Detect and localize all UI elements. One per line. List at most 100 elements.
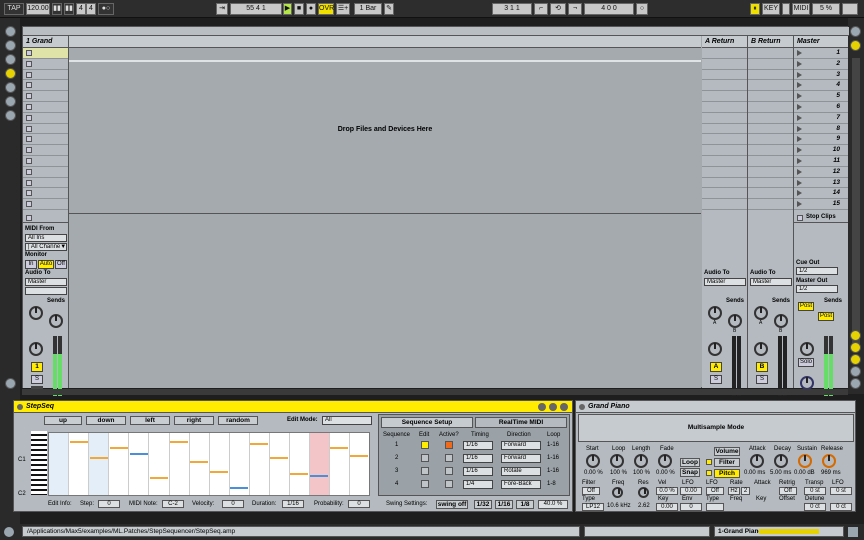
- send-b-knob[interactable]: [49, 314, 63, 328]
- pitch-tab[interactable]: Pitch: [714, 469, 740, 478]
- master-out-dropdown[interactable]: 1/2: [796, 285, 838, 293]
- automation-button[interactable]: ☰+: [336, 3, 350, 15]
- fade-knob[interactable]: [658, 454, 672, 468]
- scene-launch-8[interactable]: 8: [794, 124, 848, 135]
- a-activator-button[interactable]: A: [710, 362, 722, 372]
- sig-denominator[interactable]: 4: [86, 3, 96, 15]
- scene-launch-3[interactable]: 3: [794, 70, 848, 81]
- clip-slot[interactable]: [702, 102, 747, 113]
- clip-slot[interactable]: [23, 156, 68, 167]
- scene-play-icon[interactable]: [797, 93, 802, 100]
- clip-slot[interactable]: [23, 70, 68, 81]
- clip-slot[interactable]: [23, 145, 68, 156]
- clip-slot[interactable]: [748, 156, 793, 167]
- rate-unit[interactable]: Hz: [728, 487, 740, 495]
- transp-field[interactable]: 0 st: [804, 487, 826, 495]
- pitch-env-switch[interactable]: [706, 470, 712, 476]
- cue-out-dropdown[interactable]: 1/2: [796, 267, 838, 275]
- scene-launch-13[interactable]: 13: [794, 178, 848, 189]
- up-button[interactable]: up: [44, 416, 82, 425]
- timing-dropdown[interactable]: 1/16: [463, 467, 493, 476]
- solo-cue-button[interactable]: Solo: [798, 358, 814, 367]
- io-toggle-icon[interactable]: [850, 330, 861, 341]
- scene-launch-2[interactable]: 2: [794, 59, 848, 70]
- file-browser-2-icon[interactable]: [5, 82, 16, 93]
- clip-slot[interactable]: [23, 102, 68, 113]
- clip-slot[interactable]: [23, 113, 68, 124]
- clip-slot[interactable]: [23, 167, 68, 178]
- step-note[interactable]: [110, 447, 128, 449]
- track-title-b[interactable]: B Return: [748, 36, 793, 48]
- down-button[interactable]: down: [86, 416, 126, 425]
- b-activator-button[interactable]: B: [756, 362, 768, 372]
- loop-length-field[interactable]: 4 0 0: [584, 3, 634, 15]
- clip-slot[interactable]: [702, 178, 747, 189]
- b-send-a-knob[interactable]: [754, 306, 768, 320]
- a-send-b-knob[interactable]: [728, 314, 742, 328]
- step-column[interactable]: [190, 433, 210, 495]
- clip-slot[interactable]: [23, 80, 68, 92]
- random-button[interactable]: random: [218, 416, 258, 425]
- session-hscroll[interactable]: [22, 389, 848, 395]
- scene-play-icon[interactable]: [797, 147, 802, 154]
- sequence-active-toggle[interactable]: [445, 480, 453, 488]
- clip-slot[interactable]: [702, 199, 747, 210]
- clip-stop-button[interactable]: [26, 190, 32, 197]
- swing-16-button[interactable]: 1/16: [495, 500, 513, 509]
- velocity-field[interactable]: 0: [222, 500, 244, 508]
- clip-stop-button[interactable]: [26, 168, 32, 175]
- clip-slot[interactable]: [748, 199, 793, 210]
- sequence-edit-toggle[interactable]: [421, 454, 429, 462]
- step-column[interactable]: [351, 433, 370, 495]
- timing-dropdown[interactable]: 1/4: [463, 480, 493, 489]
- clip-slot[interactable]: [23, 199, 68, 210]
- midi-channel-dropdown[interactable]: | All Channe▼: [25, 243, 67, 251]
- song-position-field[interactable]: 55 4 1: [230, 3, 282, 15]
- scene-launch-10[interactable]: 10: [794, 145, 848, 156]
- clip-slot[interactable]: [748, 102, 793, 113]
- b-pan-knob[interactable]: [754, 342, 768, 356]
- scene-launch-7[interactable]: 7: [794, 113, 848, 124]
- clip-slot[interactable]: [702, 70, 747, 81]
- res-knob[interactable]: [638, 487, 649, 498]
- step-note[interactable]: [270, 457, 288, 459]
- step-note[interactable]: [210, 471, 228, 473]
- scene-play-icon[interactable]: [797, 179, 802, 186]
- monitor-in-button[interactable]: In: [25, 260, 37, 269]
- decay-knob[interactable]: [774, 454, 788, 468]
- record-button[interactable]: ●: [306, 3, 316, 15]
- lfo-type-dropdown[interactable]: [706, 503, 724, 511]
- scene-play-icon[interactable]: [797, 201, 802, 208]
- clip-stop-button[interactable]: [26, 71, 32, 78]
- track-title-master[interactable]: Master: [794, 36, 848, 48]
- lfo-off-button[interactable]: Off: [706, 487, 724, 495]
- a-send-a-knob[interactable]: [708, 306, 722, 320]
- vel-field[interactable]: 0.0 %: [656, 487, 678, 495]
- lfo-field[interactable]: 0.00: [680, 487, 702, 495]
- device-edit-icon[interactable]: [560, 403, 568, 411]
- step-column[interactable]: [49, 433, 70, 495]
- clip-stop-button[interactable]: [26, 93, 32, 100]
- clip-slot[interactable]: [23, 124, 68, 135]
- timing-dropdown[interactable]: 1/16: [463, 441, 493, 450]
- step-grid[interactable]: [48, 432, 370, 496]
- clip-slot[interactable]: [748, 70, 793, 81]
- step-column[interactable]: [89, 433, 110, 495]
- send-a-knob[interactable]: [29, 306, 43, 320]
- clip-stop-button[interactable]: [26, 201, 32, 208]
- scene-play-icon[interactable]: [797, 82, 802, 89]
- clip-slot[interactable]: [748, 167, 793, 178]
- scene-play-icon[interactable]: [797, 50, 802, 56]
- step-column[interactable]: [310, 433, 331, 495]
- key-map-switch-icon[interactable]: ⏸: [750, 3, 760, 15]
- punch-in-button[interactable]: ⌐: [534, 3, 548, 15]
- clip-stop-button[interactable]: [26, 147, 32, 154]
- clip-slot[interactable]: [748, 124, 793, 135]
- rate-value[interactable]: 2: [741, 487, 750, 495]
- metronome-button[interactable]: ●○: [98, 3, 114, 15]
- punch-out-button[interactable]: ¬: [568, 3, 582, 15]
- clip-slot[interactable]: [702, 59, 747, 70]
- loop-knob[interactable]: [610, 454, 624, 468]
- step-note[interactable]: [170, 441, 188, 443]
- step-note[interactable]: [330, 447, 348, 449]
